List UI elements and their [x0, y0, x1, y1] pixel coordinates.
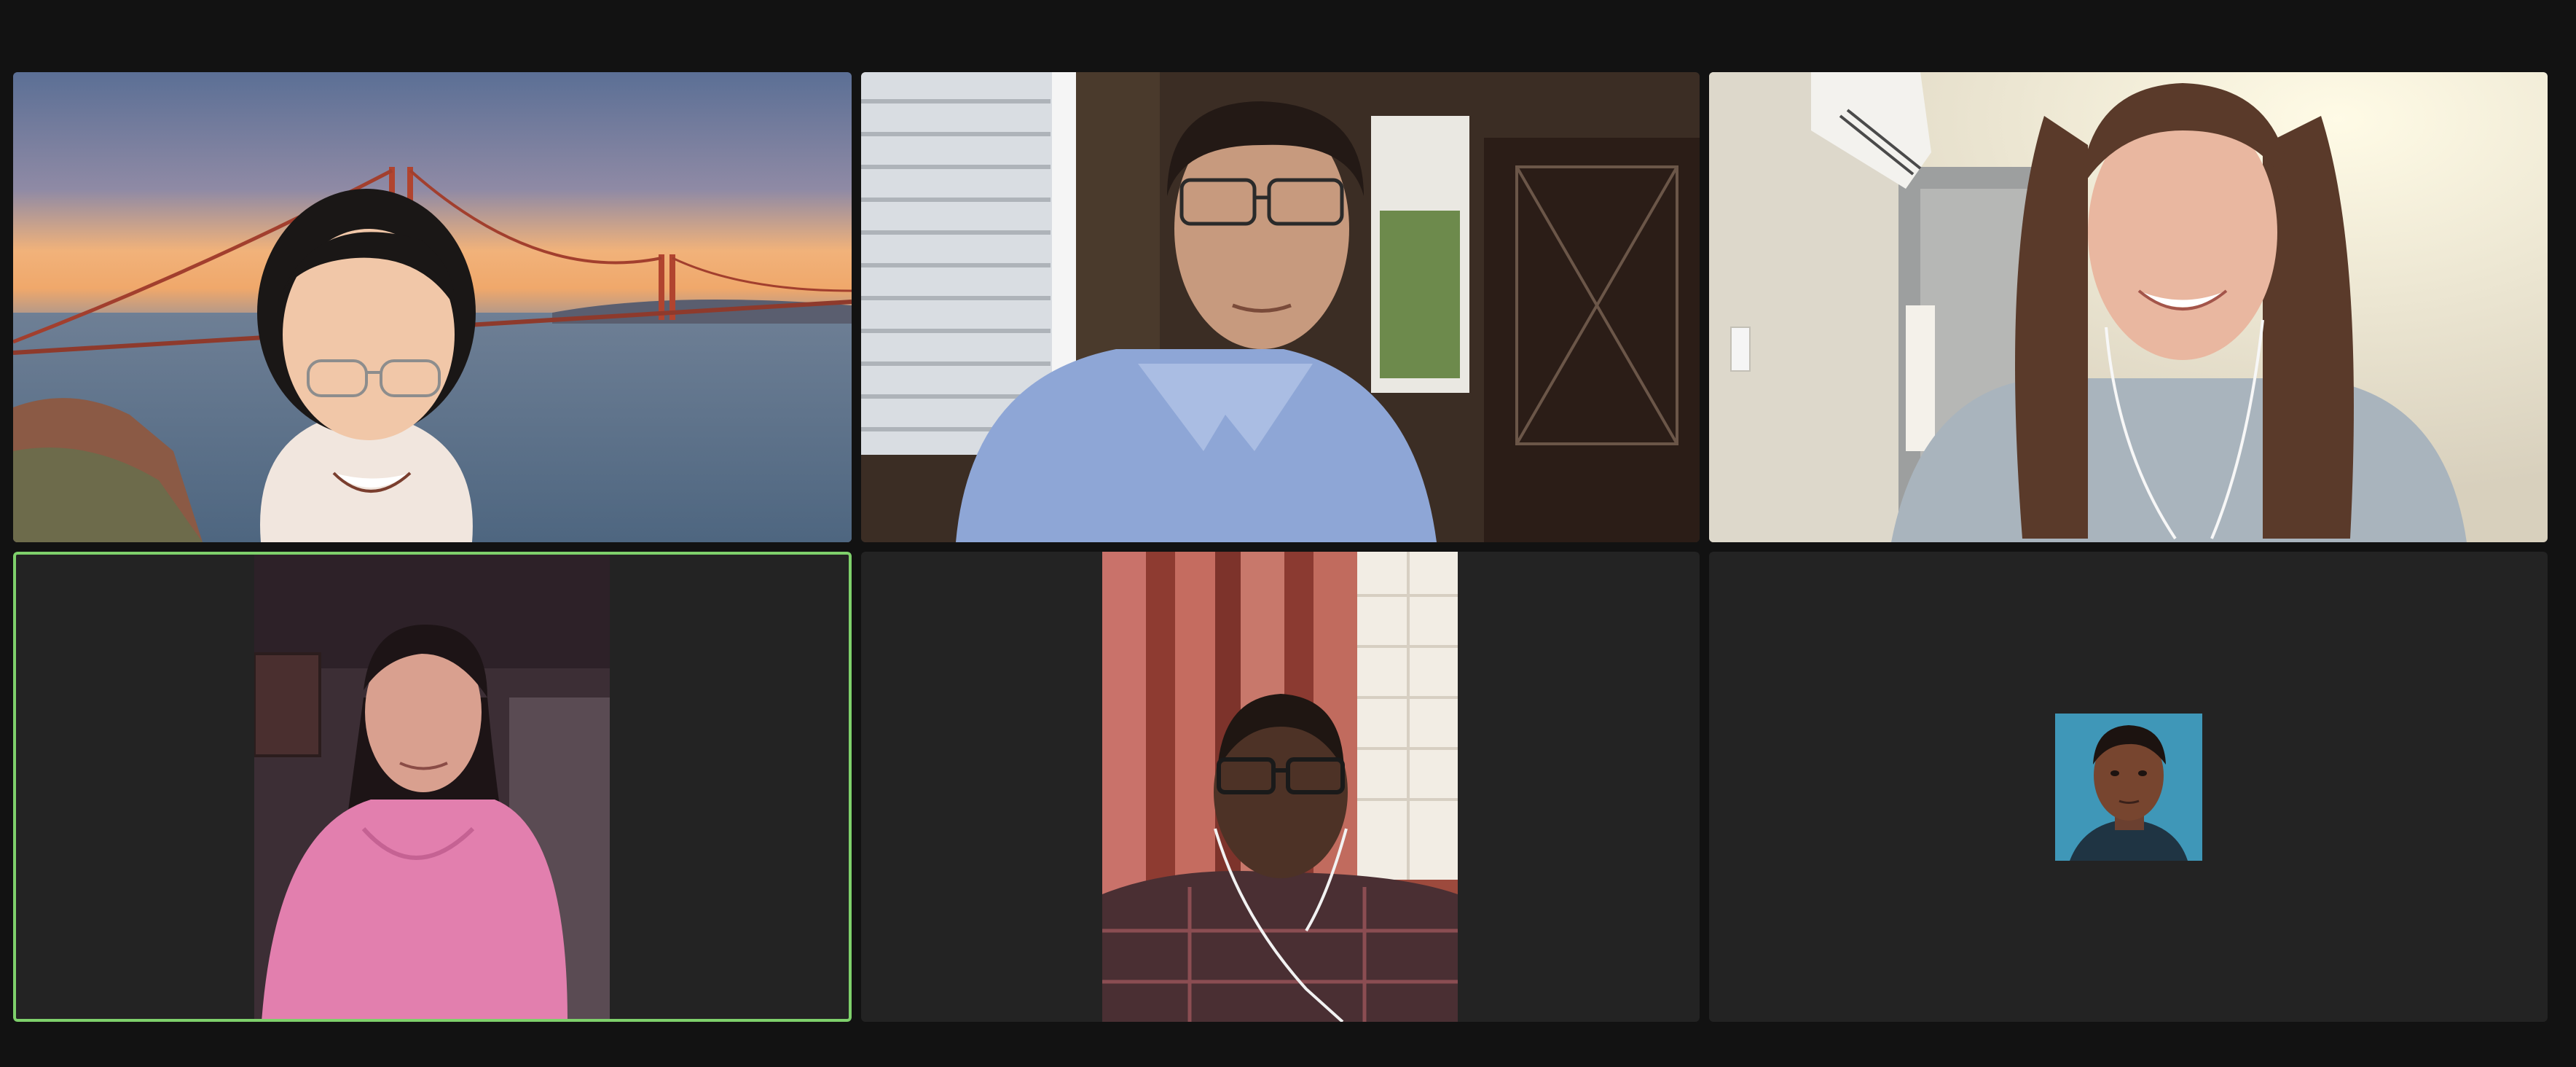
participant-tile-5[interactable] — [861, 552, 1700, 1022]
participant-video-3 — [1709, 72, 2548, 542]
participant-tile-6[interactable] — [1709, 552, 2548, 1022]
participant-video-1 — [13, 72, 852, 542]
participant-avatar — [2055, 714, 2202, 861]
participant-video-5 — [1102, 552, 1458, 1022]
participant-tile-1[interactable] — [13, 72, 852, 542]
participant-tile-2[interactable] — [861, 72, 1700, 542]
participant-tile-4-active-speaker[interactable] — [13, 552, 852, 1022]
participant-video-4 — [254, 552, 610, 1022]
participant-tile-3[interactable] — [1709, 72, 2548, 542]
participant-video-2 — [861, 72, 1700, 542]
meeting-window — [0, 0, 2576, 1067]
gallery-grid — [13, 72, 2548, 1025]
